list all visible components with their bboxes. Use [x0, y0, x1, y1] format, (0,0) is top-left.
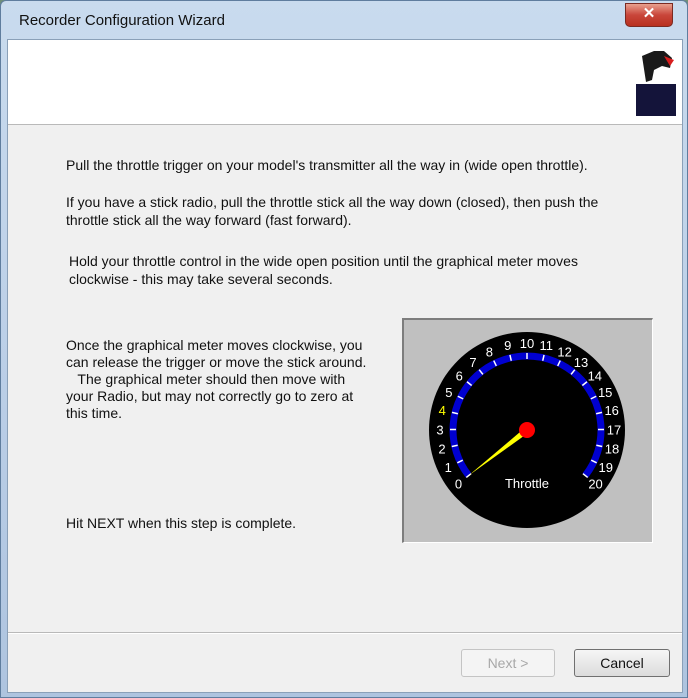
meter-tick-label: 7: [469, 355, 476, 370]
meter-tick-label: 15: [598, 385, 612, 400]
wizard-client-area: Pull the throttle trigger on your model'…: [7, 39, 683, 693]
instruction-4-line-4: your Radio, but may not correctly go to …: [66, 388, 354, 404]
meter-tick-label: 13: [574, 355, 588, 370]
meter-tick-label: 18: [605, 442, 619, 457]
meter-tick-label: 6: [456, 368, 463, 383]
meter-tick-label: 20: [588, 477, 602, 492]
instruction-3-line-1: Hold your throttle control in the wide o…: [69, 253, 578, 269]
window-title: Recorder Configuration Wizard: [19, 12, 225, 29]
meter-tick-label: 5: [445, 385, 452, 400]
throttle-meter-panel: 0 1 2 3 4 5 6 7 8 9 10 11 12 13 14 15 16 17 18 19 20 Throttle: [402, 318, 653, 543]
instruction-5: Hit NEXT when this step is complete.: [66, 515, 297, 531]
throttle-meter: 012345678 9 10 11 121314151617181920Throttle: [429, 332, 625, 528]
wizard-header: [8, 40, 682, 125]
footer-divider: [8, 632, 682, 634]
instruction-4-line-2: can release the trigger or move the stic…: [66, 354, 367, 370]
instruction-2-line-2: throttle stick all the way forward (fast…: [66, 212, 352, 228]
wizard-window: Recorder Configuration Wizard ✕ Pull the…: [0, 0, 688, 698]
meter-tick-label: 2: [438, 442, 445, 457]
meter-label: Throttle: [505, 476, 549, 491]
next-button[interactable]: Next >: [461, 649, 555, 677]
meter-tick-label: 14: [588, 368, 602, 383]
eagle-logo-icon: [636, 51, 676, 116]
meter-tick-label: 4: [439, 403, 446, 418]
meter-tick-label: 16: [604, 403, 618, 418]
title-bar: Recorder Configuration Wizard ✕: [1, 1, 687, 39]
meter-tick-label: 10: [520, 336, 534, 351]
cancel-button[interactable]: Cancel: [574, 649, 670, 677]
meter-tick-label: 0: [455, 477, 462, 492]
close-button[interactable]: ✕: [625, 3, 673, 27]
instruction-4-line-3: The graphical meter should then move wit…: [66, 371, 346, 387]
meter-needle-hub: [519, 422, 535, 438]
meter-tick-label: 17: [607, 422, 621, 437]
meter-tick-label: 9: [504, 338, 511, 353]
instruction-1: Pull the throttle trigger on your model'…: [66, 157, 588, 173]
instruction-4-line-5: this time.: [66, 405, 123, 421]
instruction-2-line-1: If you have a stick radio, pull the thro…: [66, 194, 599, 210]
meter-tick-label: 19: [598, 460, 612, 475]
close-icon: ✕: [642, 5, 656, 22]
instruction-3-line-2: clockwise - this may take several second…: [69, 271, 333, 287]
meter-tick-label: 11: [540, 338, 554, 353]
meter-tick-label: 3: [436, 422, 443, 437]
meter-tick-label: 8: [486, 345, 493, 360]
meter-tick-label: 12: [557, 345, 571, 360]
instruction-4-line-1: Once the graphical meter moves clockwise…: [66, 337, 363, 353]
meter-tick-label: 1: [445, 460, 452, 475]
